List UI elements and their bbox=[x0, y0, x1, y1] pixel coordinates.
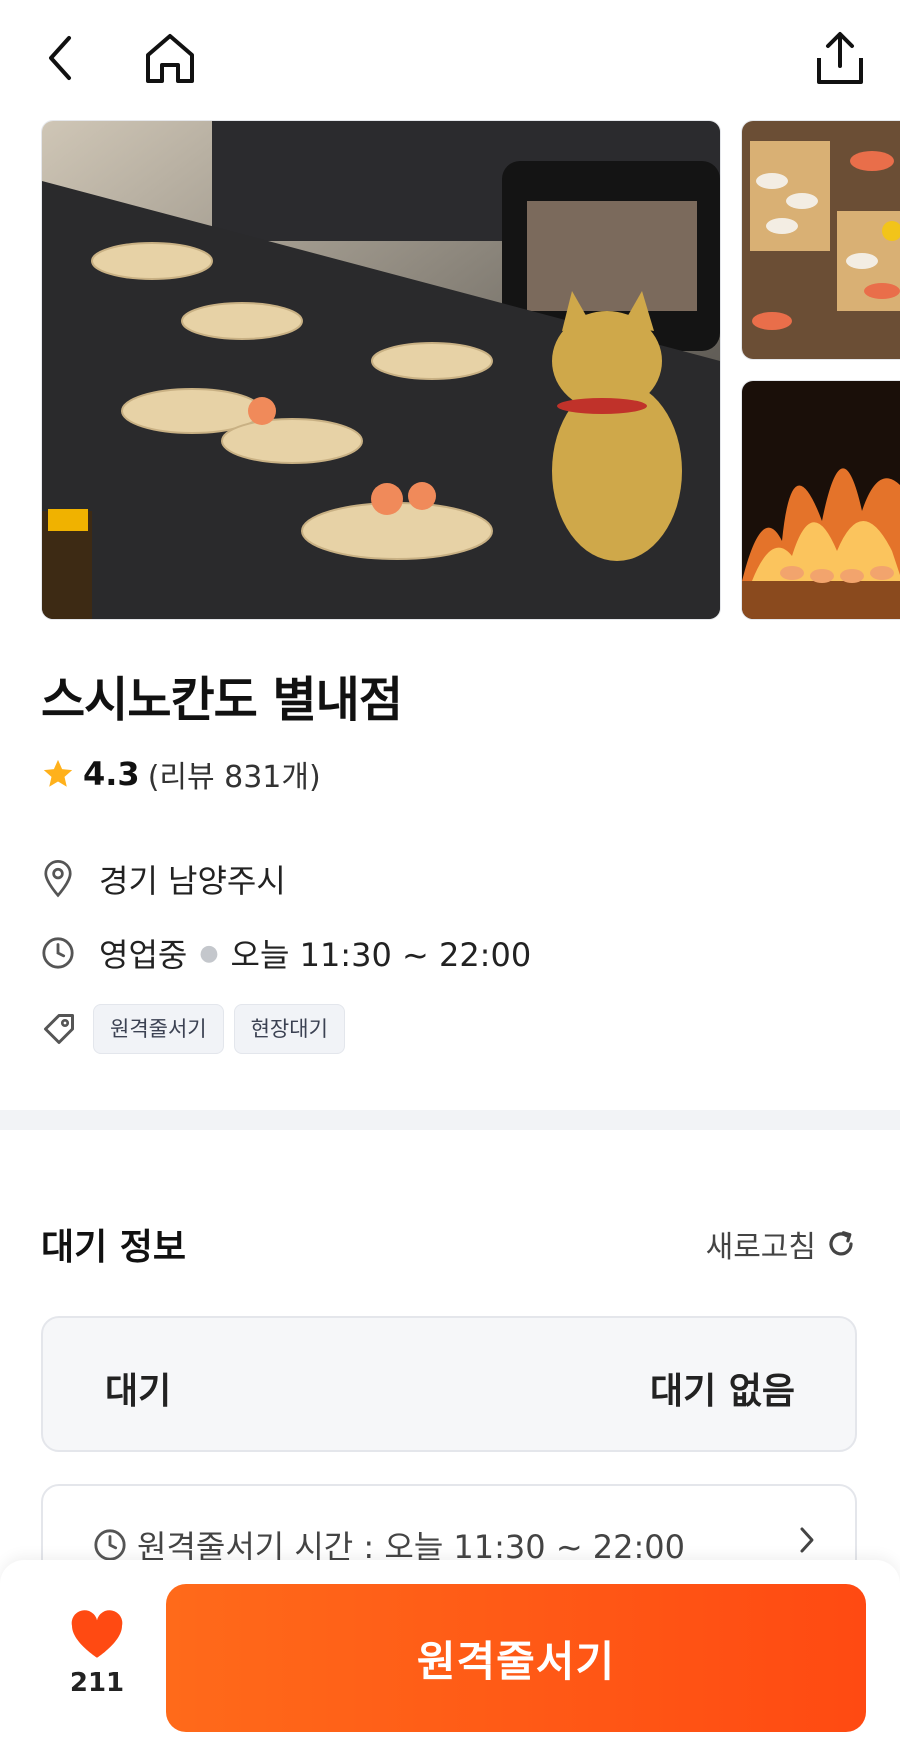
separator-dot: ● bbox=[199, 940, 219, 966]
share-icon bbox=[817, 32, 863, 84]
tag-list: 원격줄서기 현장대기 bbox=[41, 1004, 355, 1054]
remote-queue-button[interactable]: 원격줄서기 bbox=[166, 1584, 866, 1732]
store-name: 스시노칸도 별내점 bbox=[41, 672, 403, 728]
side-photo-grilled-shrimp[interactable] bbox=[741, 380, 900, 620]
chevron-right-icon bbox=[800, 1527, 814, 1553]
home-icon bbox=[146, 34, 194, 83]
bottom-action-bar: 211 원격줄서기 bbox=[0, 1560, 900, 1754]
hours-row: 영업중 ● 오늘 11:30 ~ 22:00 bbox=[41, 930, 531, 976]
wait-label: 대기 bbox=[105, 1371, 172, 1412]
flame-shrimp-image bbox=[742, 381, 900, 619]
tag-remote-queue: 원격줄서기 bbox=[93, 1004, 224, 1054]
rating-row[interactable]: 4.3 (리뷰 831개) bbox=[41, 752, 321, 796]
location-text: 경기 남양주시 bbox=[99, 862, 286, 900]
wait-value: 대기 없음 bbox=[649, 1371, 795, 1412]
sushi-platter-image bbox=[742, 121, 900, 359]
wait-info-title: 대기 정보 bbox=[41, 1227, 187, 1268]
photo-gallery[interactable] bbox=[0, 120, 900, 620]
open-status: 영업중 bbox=[99, 936, 188, 974]
top-bar bbox=[0, 0, 900, 118]
tag-icon bbox=[44, 1014, 74, 1044]
review-count: (리뷰 831개) bbox=[147, 760, 321, 795]
like-count: 211 bbox=[69, 1668, 125, 1698]
heart-icon bbox=[71, 1610, 123, 1658]
refresh-icon bbox=[829, 1231, 853, 1256]
clock-icon bbox=[42, 937, 74, 969]
back-button[interactable] bbox=[36, 28, 84, 88]
location-pin-icon bbox=[44, 860, 72, 898]
location-row: 경기 남양주시 bbox=[41, 856, 286, 902]
rating-score: 4.3 bbox=[83, 755, 140, 793]
side-photo-sushi-platter[interactable] bbox=[741, 120, 900, 360]
clock-icon bbox=[94, 1529, 126, 1561]
star-icon bbox=[43, 759, 73, 787]
share-button[interactable] bbox=[810, 28, 870, 88]
like-button[interactable]: 211 bbox=[62, 1610, 132, 1698]
home-button[interactable] bbox=[140, 28, 200, 88]
wait-status-box: 대기 대기 없음 bbox=[41, 1316, 857, 1452]
refresh-button[interactable]: 새로고침 bbox=[706, 1222, 856, 1266]
conveyor-sushi-image bbox=[42, 121, 720, 619]
chevron-left-icon bbox=[49, 36, 71, 80]
section-divider bbox=[0, 1110, 900, 1130]
open-hours: 오늘 11:30 ~ 22:00 bbox=[230, 936, 532, 974]
main-photo-conveyor-sushi[interactable] bbox=[41, 120, 721, 620]
refresh-label: 새로고침 bbox=[705, 1230, 816, 1265]
tag-onsite-wait: 현장대기 bbox=[233, 1004, 345, 1054]
